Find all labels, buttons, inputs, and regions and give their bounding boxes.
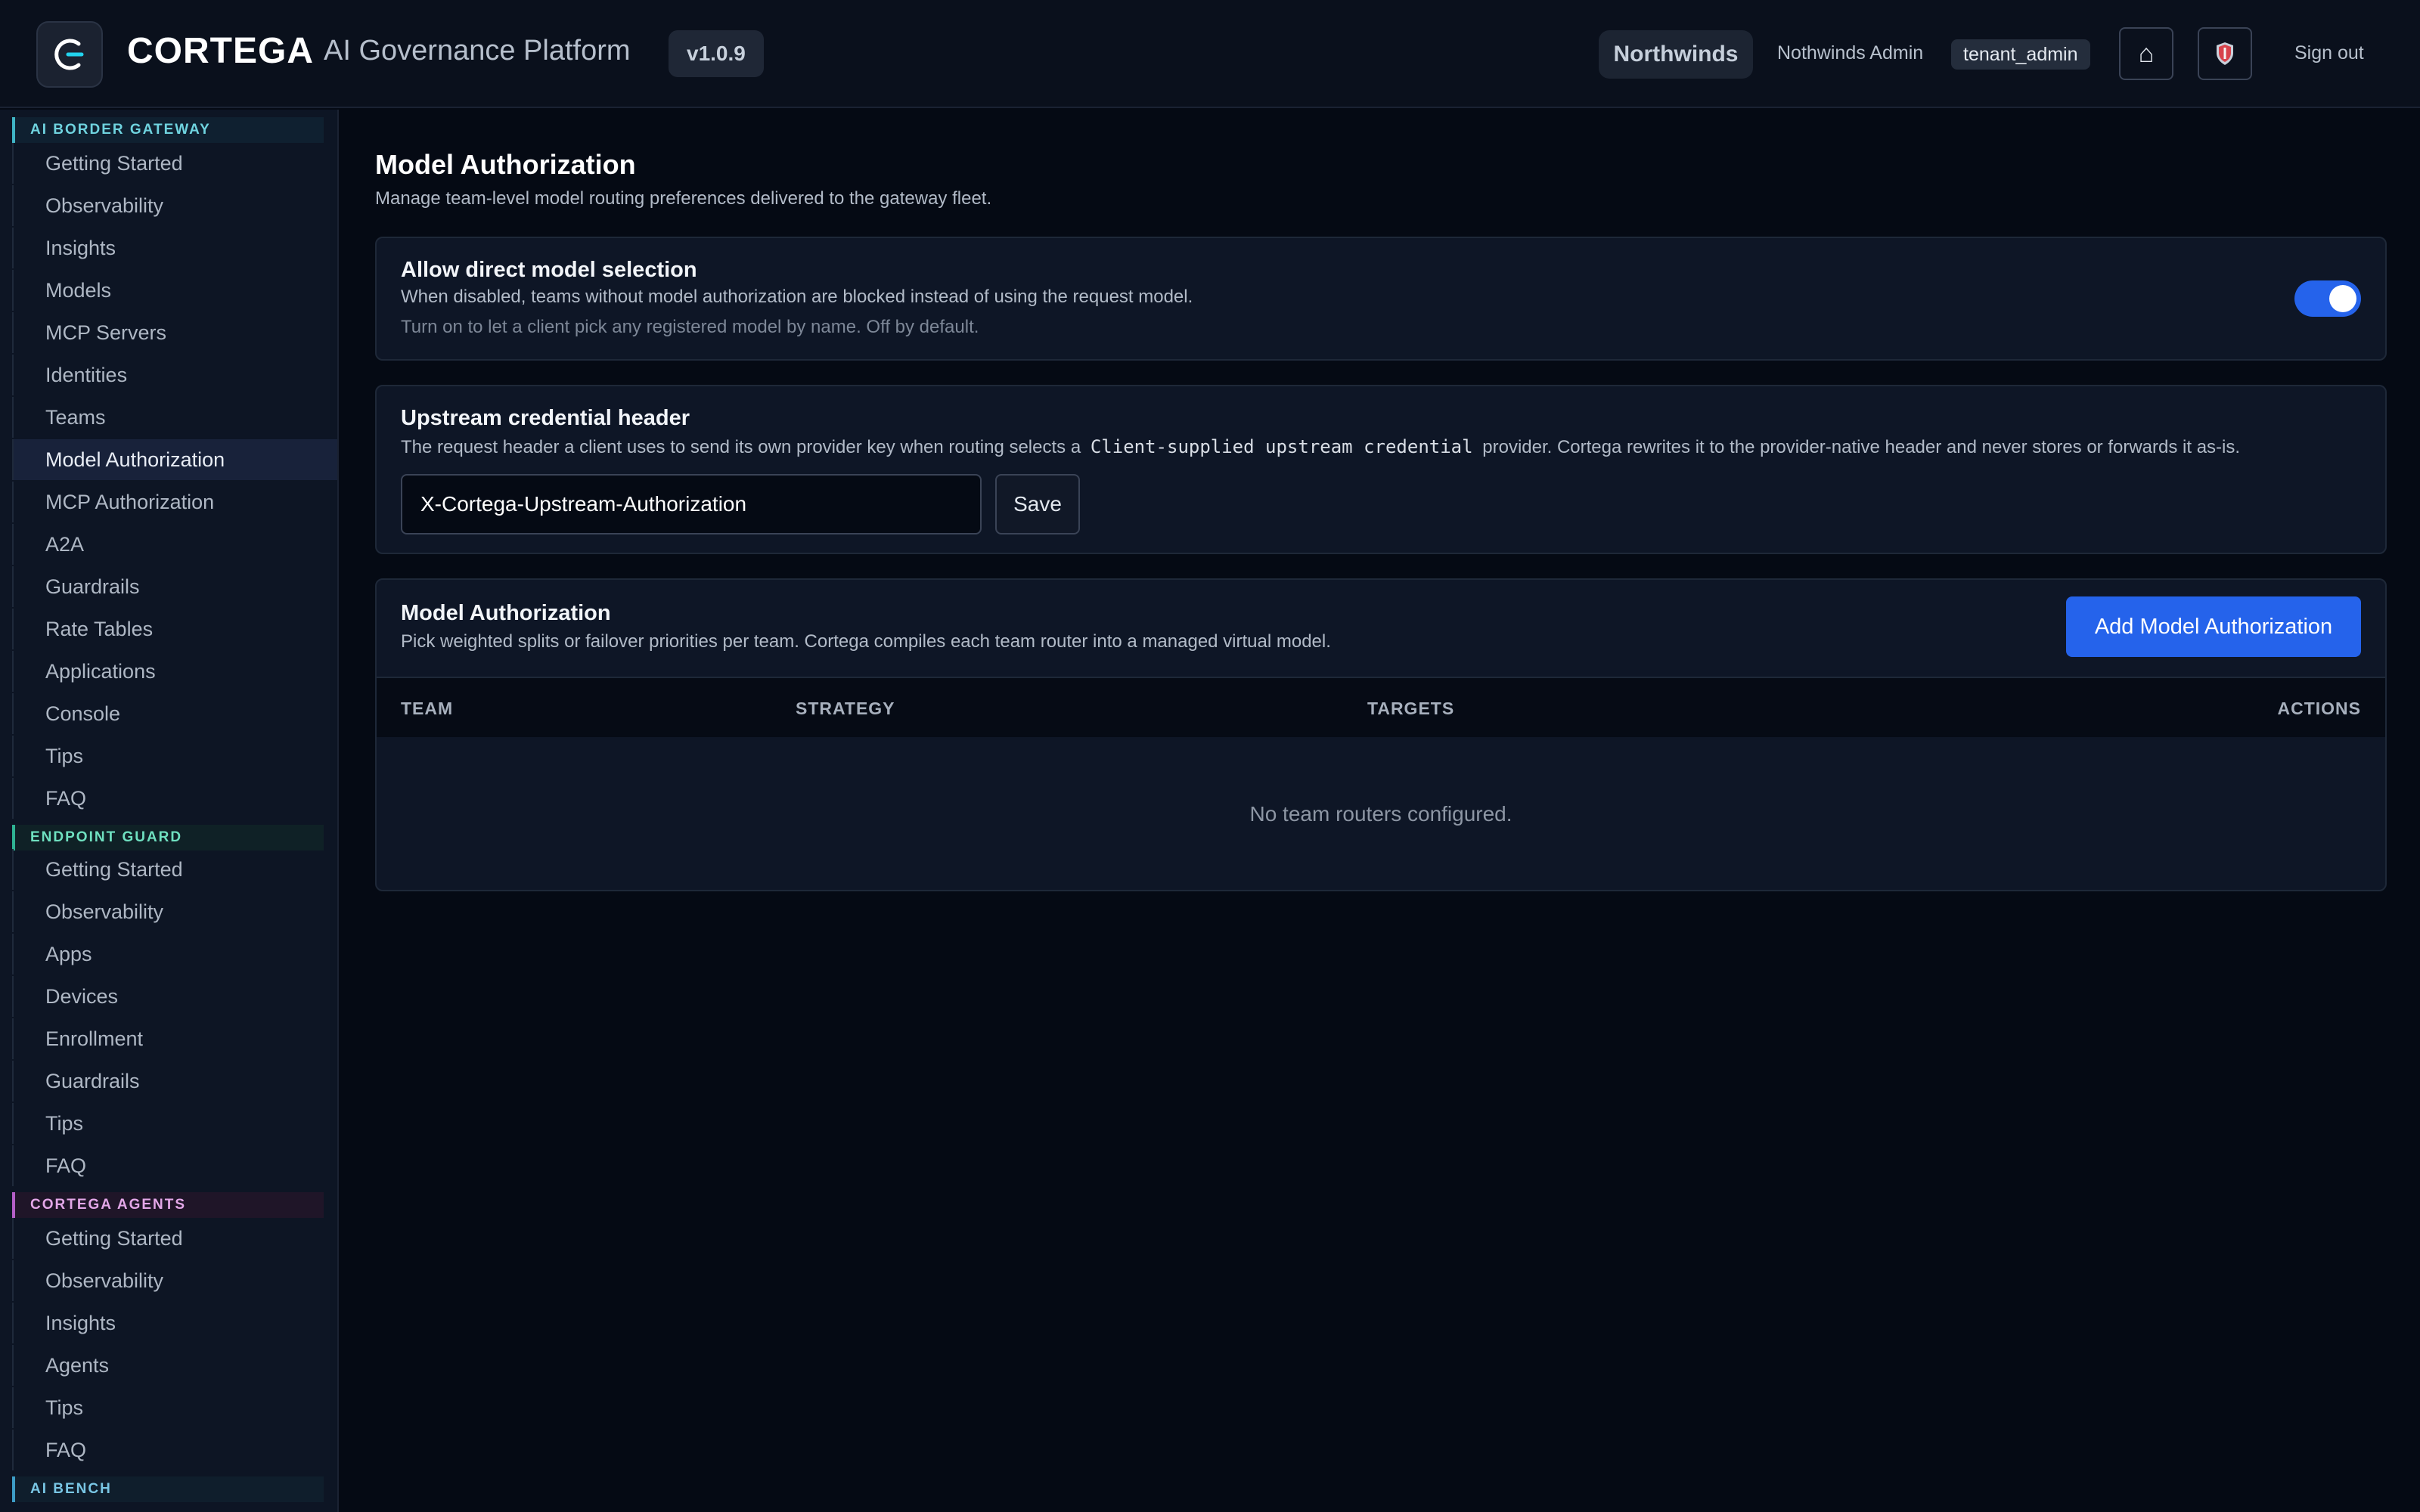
model-authorization-card: Model Authorization Pick weighted splits… <box>375 578 2387 891</box>
sidebar-item-ag-getting-started[interactable]: Getting Started <box>12 1218 337 1259</box>
sidebar-item-ag-faq[interactable]: FAQ <box>12 1430 337 1470</box>
column-targets[interactable]: TARGETS <box>1367 678 1454 739</box>
credential-desc-code: Client-supplied upstream credential <box>1090 436 1473 457</box>
sidebar-item-models[interactable]: Models <box>12 270 337 311</box>
sidebar-item-ag-agents[interactable]: Agents <box>12 1345 337 1386</box>
section-ai-bench: AI BENCH <box>12 1476 324 1502</box>
role-badge: tenant_admin <box>1951 39 2090 70</box>
page-title: Model Authorization <box>375 149 636 180</box>
save-button[interactable]: Save <box>995 474 1080 534</box>
column-strategy[interactable]: STRATEGY <box>796 678 895 739</box>
sidebar-item-faq[interactable]: FAQ <box>12 778 337 819</box>
sidebar-item-eg-guardrails[interactable]: Guardrails <box>12 1061 337 1101</box>
platform-subtitle: AI Governance Platform <box>324 35 631 67</box>
empty-state: No team routers configured. <box>1249 802 1512 826</box>
shield-icon <box>2217 42 2233 65</box>
model-authorization-title: Model Authorization <box>401 601 611 625</box>
credential-header-input[interactable] <box>401 474 982 534</box>
sidebar-item-eg-faq[interactable]: FAQ <box>12 1145 337 1186</box>
credential-header-title: Upstream credential header <box>401 406 690 430</box>
main-content: Model Authorization Manage team-level mo… <box>340 110 2420 1512</box>
sidebar-item-eg-tips[interactable]: Tips <box>12 1103 337 1144</box>
sidebar-item-applications[interactable]: Applications <box>12 651 337 692</box>
tenant-selector[interactable]: Northwinds <box>1599 30 1753 79</box>
sidebar-item-identities[interactable]: Identities <box>12 355 337 395</box>
column-team[interactable]: TEAM <box>401 678 453 739</box>
toggle-knob <box>2329 285 2356 312</box>
sidebar-item-mcp-authorization[interactable]: MCP Authorization <box>12 482 337 522</box>
sidebar-item-eg-observability[interactable]: Observability <box>12 891 337 932</box>
credential-desc-before: The request header a client uses to send… <box>401 437 1081 457</box>
sidebar-item-eg-devices[interactable]: Devices <box>12 976 337 1017</box>
column-actions: ACTIONS <box>2277 698 2361 718</box>
section-endpoint-guard: ENDPOINT GUARD <box>12 825 324 850</box>
sidebar-item-rate-tables[interactable]: Rate Tables <box>12 609 337 649</box>
sidebar-item-a2a[interactable]: A2A <box>12 524 337 565</box>
home-icon: ⌂ <box>2138 39 2155 68</box>
sign-out-link[interactable]: Sign out <box>2294 42 2364 64</box>
sidebar-item-mcp-servers[interactable]: MCP Servers <box>12 312 337 353</box>
table-header: TEAM STRATEGY TARGETS ACTIONS <box>377 677 2385 737</box>
version-badge: v1.0.9 <box>669 30 764 77</box>
section-cortega-agents: CORTEGA AGENTS <box>12 1192 324 1218</box>
sidebar-item-ag-tips[interactable]: Tips <box>12 1387 337 1428</box>
sidebar-item-tips[interactable]: Tips <box>12 736 337 776</box>
direct-selection-title: Allow direct model selection <box>401 258 697 282</box>
sidebar-item-eg-apps[interactable]: Apps <box>12 934 337 974</box>
section-ai-border-gateway: AI BORDER GATEWAY <box>12 117 324 143</box>
sidebar-item-model-authorization[interactable]: Model Authorization <box>12 439 337 480</box>
sidebar-item-console[interactable]: Console <box>12 693 337 734</box>
sidebar-item-insights[interactable]: Insights <box>12 228 337 268</box>
direct-selection-toggle[interactable] <box>2294 280 2361 317</box>
direct-selection-hint: Turn on to let a client pick any registe… <box>401 317 979 337</box>
credential-desc-after: provider. Cortega rewrites it to the pro… <box>1482 437 2241 457</box>
top-bar: CORTEGA AI Governance Platform v1.0.9 No… <box>0 0 2420 108</box>
cortega-logo-icon[interactable] <box>36 21 103 88</box>
sidebar-item-eg-enrollment[interactable]: Enrollment <box>12 1018 337 1059</box>
sidebar-item-eg-getting-started[interactable]: Getting Started <box>12 849 337 890</box>
sidebar-item-guardrails[interactable]: Guardrails <box>12 566 337 607</box>
direct-selection-description: When disabled, teams without model autho… <box>401 287 1193 307</box>
direct-selection-card: Allow direct model selection When disabl… <box>375 237 2387 361</box>
model-authorization-description: Pick weighted splits or failover priorit… <box>401 631 1331 652</box>
sidebar-item-ag-observability[interactable]: Observability <box>12 1260 337 1301</box>
sidebar-item-observability[interactable]: Observability <box>12 185 337 226</box>
credential-header-card: Upstream credential header The request h… <box>375 385 2387 554</box>
sidebar-item-getting-started[interactable]: Getting Started <box>12 143 337 184</box>
home-button[interactable]: ⌂ <box>2119 27 2173 80</box>
user-name: Nothwinds Admin <box>1777 42 1924 64</box>
brand-name: CORTEGA <box>127 31 314 71</box>
page-description: Manage team-level model routing preferen… <box>375 188 992 209</box>
sidebar-item-teams[interactable]: Teams <box>12 397 337 438</box>
add-model-authorization-button[interactable]: Add Model Authorization <box>2066 596 2361 657</box>
security-button[interactable] <box>2198 27 2252 80</box>
sidebar-item-ag-insights[interactable]: Insights <box>12 1303 337 1343</box>
credential-header-description: The request header a client uses to send… <box>401 436 2367 458</box>
sidebar: AI BORDER GATEWAY Getting Started Observ… <box>0 110 339 1512</box>
